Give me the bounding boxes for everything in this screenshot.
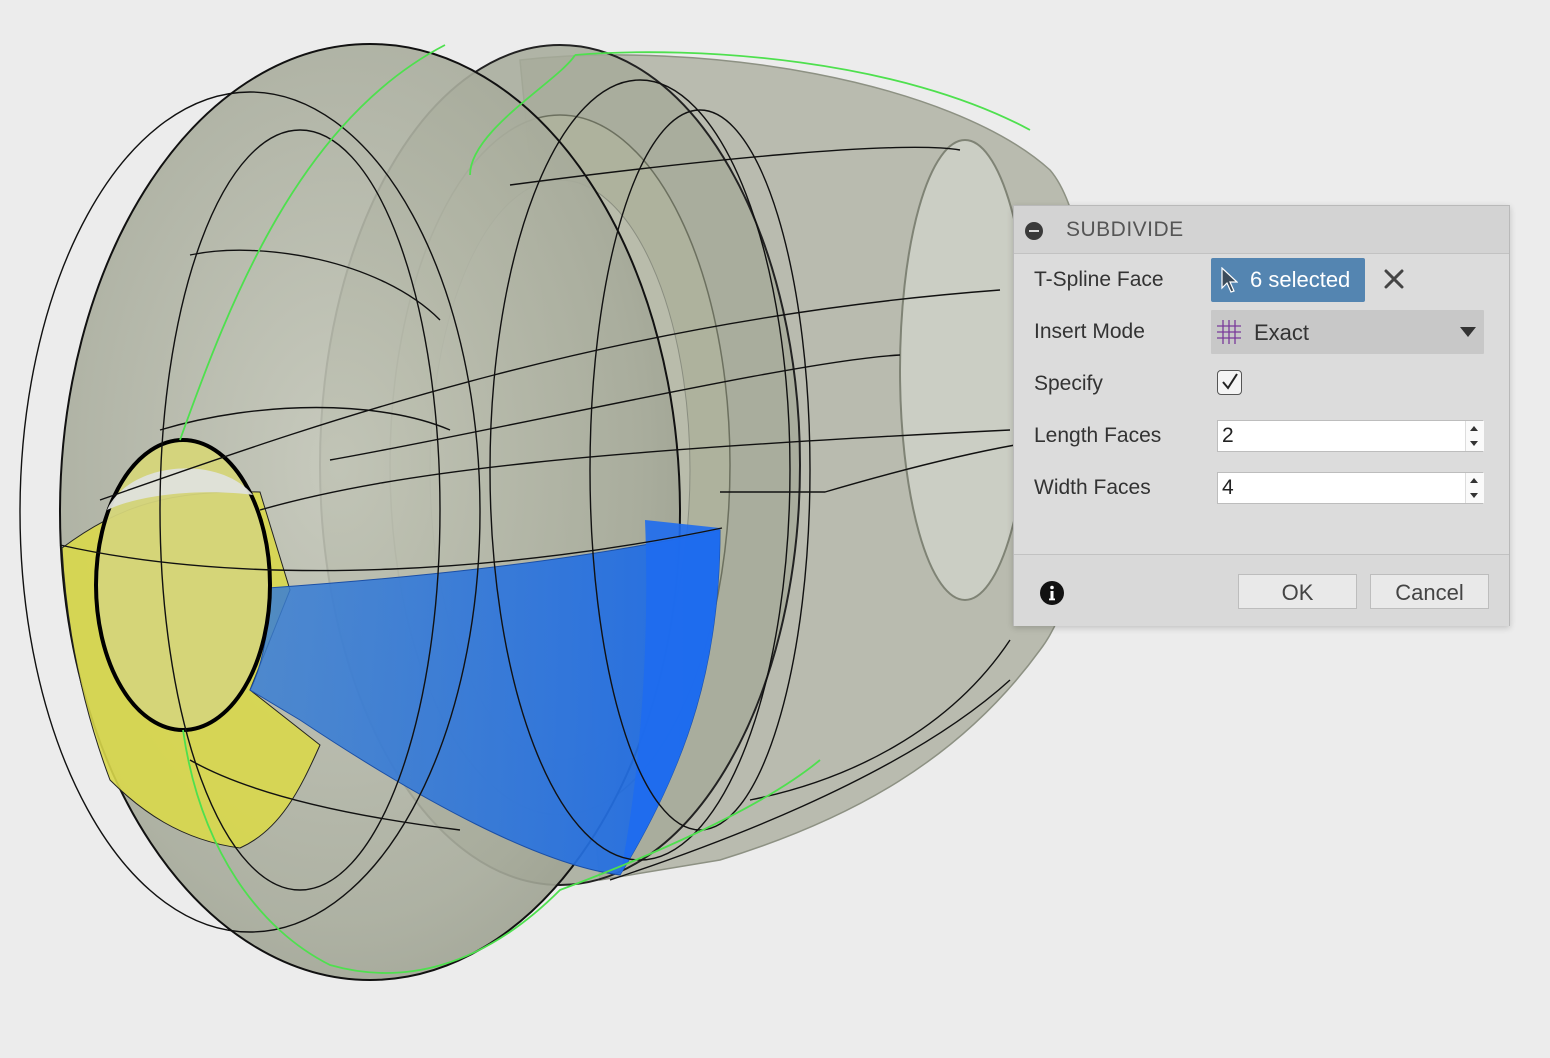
rear-opening[interactable] xyxy=(899,139,1031,601)
width-faces-field xyxy=(1217,472,1484,504)
tspline-face-label: T-Spline Face xyxy=(1034,268,1164,291)
tspline-face-selection[interactable]: 6 selected xyxy=(1211,258,1365,302)
dialog-title: SUBDIVIDE xyxy=(1066,218,1184,241)
specify-label: Specify xyxy=(1034,372,1103,395)
dialog-header: SUBDIVIDE xyxy=(1014,206,1509,254)
decrement-icon[interactable] xyxy=(1470,493,1478,498)
width-faces-input[interactable] xyxy=(1218,473,1458,503)
length-faces-stepper[interactable] xyxy=(1465,421,1484,451)
close-icon[interactable] xyxy=(1383,268,1405,290)
increment-icon[interactable] xyxy=(1470,426,1478,431)
increment-icon[interactable] xyxy=(1470,478,1478,483)
cancel-button[interactable]: Cancel xyxy=(1370,574,1489,609)
info-icon[interactable] xyxy=(1040,581,1064,605)
length-faces-field xyxy=(1217,420,1484,452)
dialog-footer: OK Cancel xyxy=(1014,554,1509,626)
width-faces-label: Width Faces xyxy=(1034,476,1151,499)
checkmark-icon xyxy=(1222,373,1238,390)
insert-mode-dropdown[interactable]: Exact xyxy=(1211,310,1484,354)
grid-icon xyxy=(1217,320,1241,344)
specify-checkbox[interactable] xyxy=(1217,370,1242,395)
insert-mode-label: Insert Mode xyxy=(1034,320,1145,343)
arrow-cursor-icon xyxy=(1221,267,1238,293)
width-faces-stepper[interactable] xyxy=(1465,473,1484,503)
decrement-icon[interactable] xyxy=(1470,441,1478,446)
subdivide-dialog: SUBDIVIDE T-Spline Face 6 selected Inser… xyxy=(1013,205,1510,626)
ok-button[interactable]: OK xyxy=(1238,574,1357,609)
selection-count: 6 selected xyxy=(1250,267,1351,292)
length-faces-input[interactable] xyxy=(1218,421,1458,451)
insert-mode-value: Exact xyxy=(1254,320,1310,345)
chevron-down-icon xyxy=(1460,327,1476,337)
tspline-body[interactable] xyxy=(19,43,1095,981)
minus-circle-icon[interactable] xyxy=(1025,222,1043,240)
length-faces-label: Length Faces xyxy=(1034,424,1162,447)
